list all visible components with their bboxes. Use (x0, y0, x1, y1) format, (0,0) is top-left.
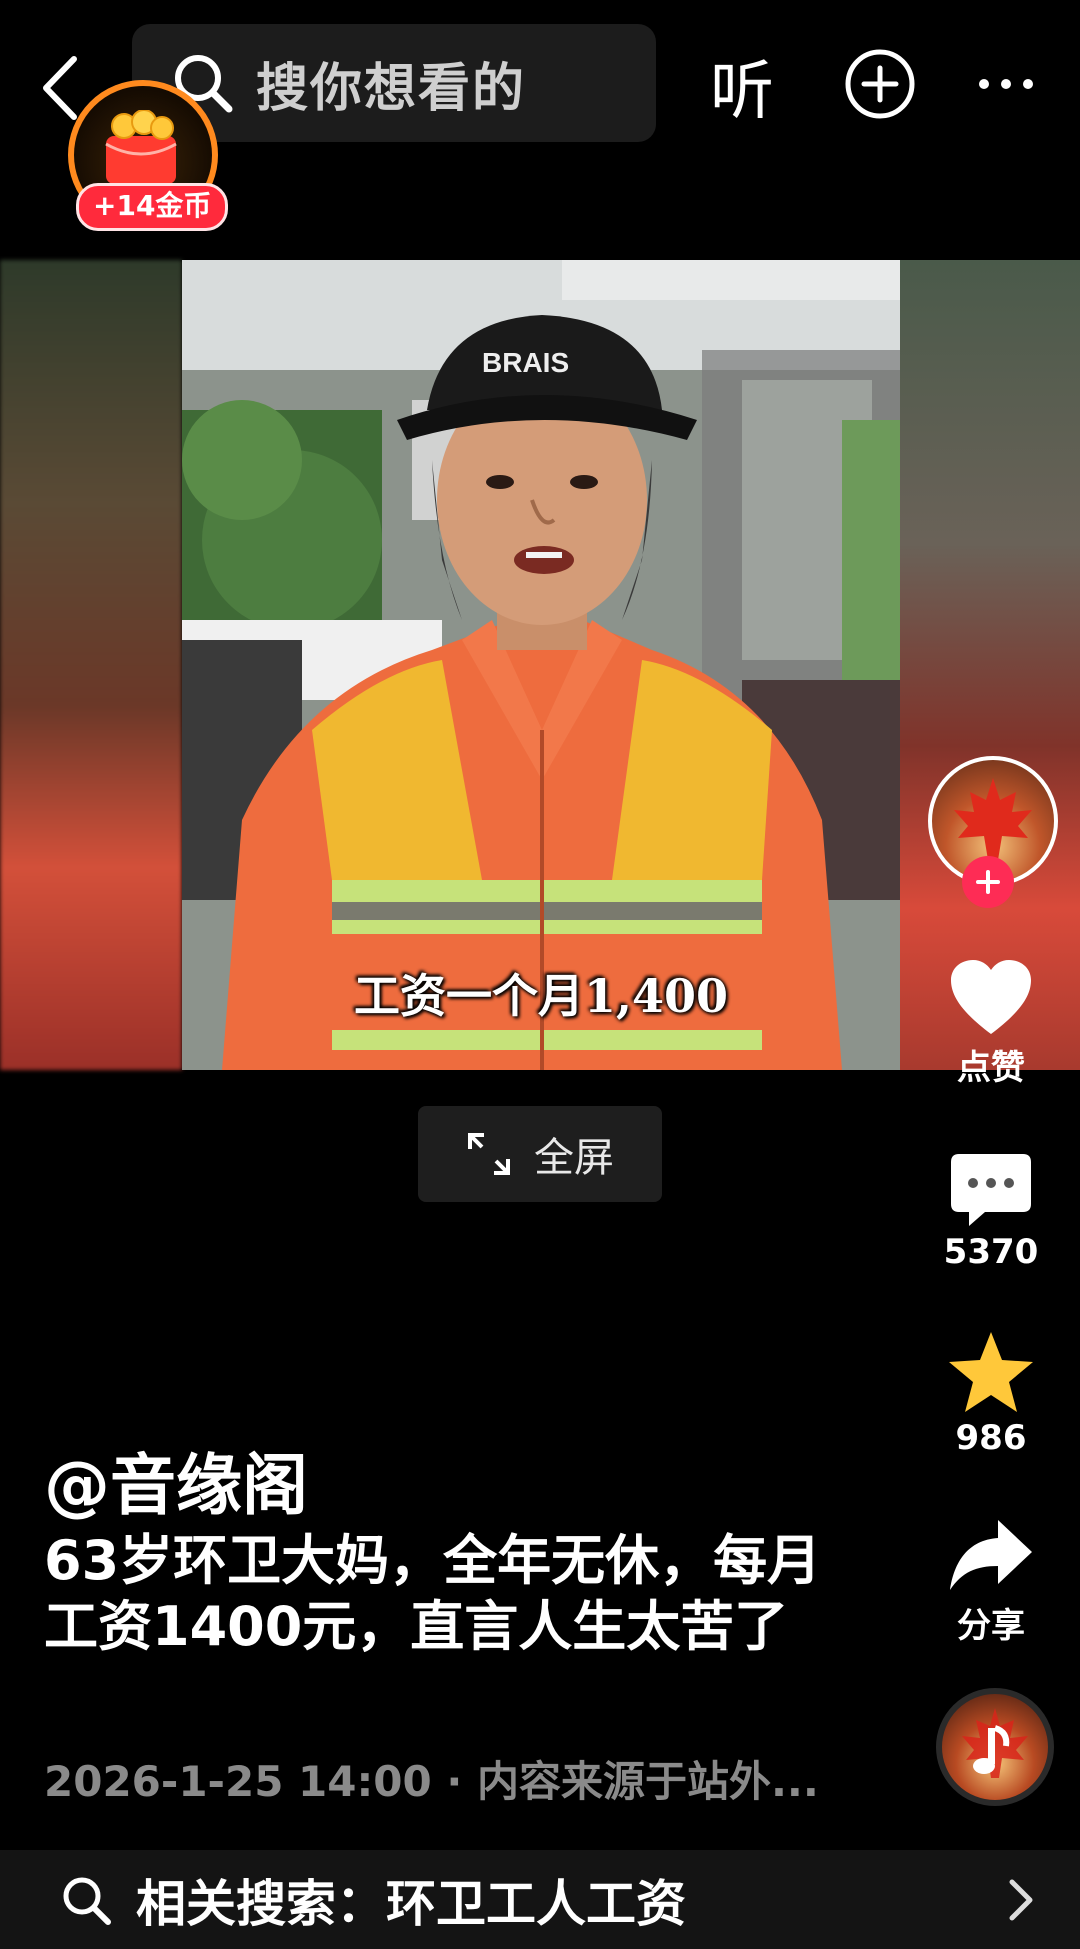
video-blur-left (0, 260, 182, 1070)
video-subtitle: 工资一个月1,400 (353, 969, 729, 1023)
add-circle-icon[interactable] (844, 48, 916, 120)
post-description: 63岁环卫大妈，全年无休，每月工资1400元，直言人生太苦了 (44, 1529, 822, 1658)
related-search-bar[interactable]: 相关搜索：环卫工人工资 (0, 1850, 1080, 1949)
share-arrow-icon (950, 1520, 1032, 1590)
video-frame-image: BRAIS (182, 260, 900, 1070)
search-placeholder: 搜你想看的 (256, 58, 527, 119)
expand-icon (468, 1133, 510, 1175)
plus-icon (976, 870, 1000, 894)
share-label: 分享 (957, 1606, 1025, 1646)
share-button[interactable]: 分享 (926, 1516, 1056, 1647)
star-icon (949, 1332, 1033, 1412)
svg-text:BRAIS: BRAIS (482, 347, 569, 378)
more-icon[interactable] (976, 60, 1036, 108)
post-meta: 2026-1-25 14:00 · 内容来源于站外... (44, 1757, 819, 1806)
video-blur-right (900, 260, 1080, 1070)
follow-button[interactable] (962, 856, 1014, 908)
listen-button[interactable]: 听 (710, 40, 774, 132)
heart-icon (951, 960, 1031, 1034)
favorite-button[interactable]: 986 (926, 1330, 1056, 1458)
comment-button[interactable]: 5370 (926, 1150, 1056, 1272)
comment-count: 5370 (943, 1232, 1039, 1272)
favorite-count: 986 (955, 1418, 1027, 1458)
fullscreen-button[interactable]: 全屏 (418, 1106, 662, 1202)
search-icon (63, 1877, 111, 1925)
related-search-label: 相关搜索：环卫工人工资 (136, 1874, 686, 1933)
red-envelope-icon (105, 110, 177, 184)
music-note-icon (962, 1708, 1028, 1778)
fullscreen-label: 全屏 (534, 1135, 614, 1181)
chevron-right-icon (1009, 1879, 1033, 1920)
music-disc[interactable] (936, 1688, 1054, 1806)
video-player[interactable]: BRAIS (182, 260, 900, 1070)
like-button[interactable]: 点赞 (926, 958, 1056, 1089)
comment-icon (951, 1154, 1031, 1226)
like-label: 点赞 (957, 1048, 1025, 1088)
author-name[interactable]: @音缘阁 (44, 1432, 308, 1528)
coin-reward-badge: +14金币 (76, 183, 229, 231)
coin-reward-widget[interactable]: +14金币 (64, 76, 229, 232)
